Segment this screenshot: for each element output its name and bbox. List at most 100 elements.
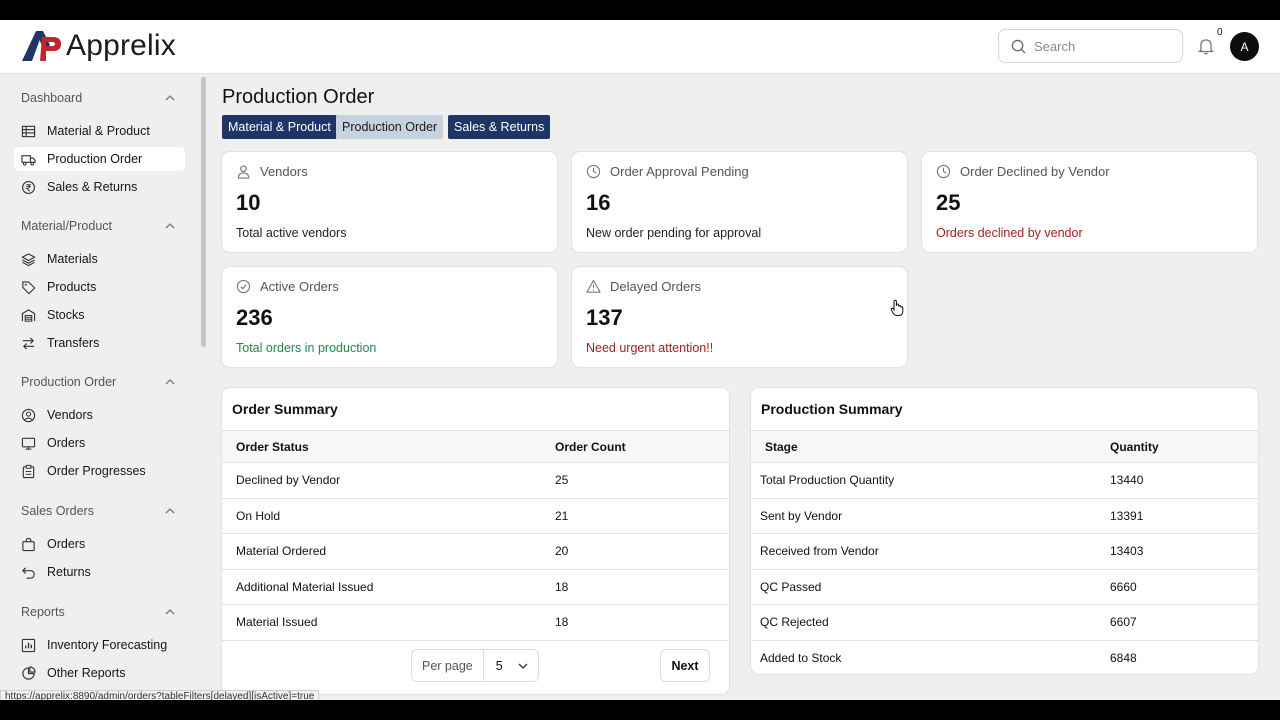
table-cell: 13440 [1110, 462, 1258, 499]
stat-label: Active Orders [260, 279, 339, 294]
stat-card-order-approval-pending[interactable]: Order Approval Pending 16 New order pend… [571, 151, 908, 253]
table-row[interactable]: Sent by Vendor 13391 [751, 498, 1258, 534]
sidebar-section-reports: Reports [0, 597, 200, 627]
app-window: Apprelix 0 A Dashboard Material & Produc… [0, 20, 1280, 700]
sidebar-item-sales-returns[interactable]: Sales & Returns [14, 175, 185, 199]
stat-description: New order pending for approval [586, 226, 762, 240]
search-input[interactable] [1034, 38, 1164, 54]
table-row[interactable]: Added to Stock 6848 [751, 640, 1258, 674]
stat-card-active-orders[interactable]: Active Orders 236 Total orders in produc… [221, 266, 558, 368]
tab-production-order[interactable]: Production Order [336, 115, 444, 139]
table-cell: Declined by Vendor [222, 462, 555, 499]
stat-card-delayed-orders[interactable]: Delayed Orders 137 Need urgent attention… [571, 266, 908, 368]
section-title: Sales Orders [21, 504, 94, 518]
stat-value: 10 [236, 190, 261, 215]
column-header[interactable]: Stage [751, 430, 1110, 463]
table-cell: Material Issued [222, 604, 555, 641]
stat-card-header: Order Declined by Vendor [936, 164, 1110, 179]
sidebar-item-inventory-forecasting[interactable]: Inventory Forecasting [14, 633, 185, 657]
sidebar-item-transfers[interactable]: Transfers [14, 331, 185, 355]
monitor-icon [21, 437, 36, 450]
sidebar-item-products[interactable]: Products [14, 275, 185, 299]
table-cell: 18 [555, 604, 729, 641]
stat-value: 25 [936, 190, 961, 215]
sidebar-item-other-reports[interactable]: Other Reports [14, 661, 185, 685]
table-cell: Total Production Quantity [751, 462, 1110, 499]
table-cell: 13403 [1110, 533, 1258, 570]
column-header[interactable]: Order Status [222, 430, 555, 463]
clock-icon [936, 164, 951, 179]
table-row[interactable]: QC Passed 6660 [751, 569, 1258, 605]
panel-title: Order Summary [232, 401, 338, 417]
table-cell: 25 [555, 462, 729, 499]
column-header[interactable]: Quantity [1110, 430, 1258, 463]
stat-card-order-declined-by-vendor[interactable]: Order Declined by Vendor 25 Orders decli… [921, 151, 1258, 253]
sidebar-item-returns[interactable]: Returns [14, 560, 185, 584]
table-header-row: Stage Quantity [751, 430, 1258, 463]
table-row[interactable]: Total Production Quantity 13440 [751, 462, 1258, 499]
notification-bell-icon[interactable] [1197, 37, 1215, 55]
sidebar-item-material-product[interactable]: Material & Product [14, 119, 185, 143]
stat-value: 16 [586, 190, 611, 215]
order-summary-table: Order Status Order Count Declined by Ven… [222, 430, 729, 641]
sidebar-item-vendors[interactable]: Vendors [14, 403, 185, 427]
search-icon [1011, 39, 1026, 54]
chevron-up-icon[interactable] [165, 506, 175, 516]
tab-sales-returns[interactable]: Sales & Returns [448, 115, 551, 139]
return-arrow-icon [22, 566, 35, 579]
section-title: Reports [21, 605, 65, 619]
table-cell: 6660 [1110, 569, 1258, 605]
arrows-swap-icon [22, 336, 35, 350]
chevron-up-icon[interactable] [165, 607, 175, 617]
sidebar-section-header[interactable]: Reports [0, 597, 200, 627]
clipboard-icon [22, 464, 35, 478]
table-row[interactable]: Declined by Vendor 25 [222, 462, 729, 499]
chevron-up-icon[interactable] [165, 93, 175, 103]
table-row[interactable]: Received from Vendor 13403 [751, 533, 1258, 570]
sidebar-item-sales-orders[interactable]: Orders [14, 532, 185, 556]
stat-label: Vendors [260, 164, 308, 179]
sidebar-item-materials[interactable]: Materials [14, 247, 185, 271]
warning-icon [586, 279, 601, 293]
sidebar-item-label: Products [47, 280, 97, 294]
table-row[interactable]: Material Ordered 20 [222, 533, 729, 570]
stat-card-vendors[interactable]: Vendors 10 Total active vendors [221, 151, 558, 253]
stat-card-header: Delayed Orders [586, 279, 701, 294]
column-header[interactable]: Order Count [555, 430, 729, 463]
tab-material-product[interactable]: Material & Product [222, 115, 337, 139]
table-row[interactable]: Additional Material Issued 18 [222, 569, 729, 605]
sidebar-section-header[interactable]: Production Order [0, 367, 200, 397]
user-avatar[interactable]: A [1230, 32, 1259, 61]
sidebar-section-header[interactable]: Material/Product [0, 211, 200, 241]
sidebar-item-label: Other Reports [47, 666, 126, 680]
table-cell: 20 [555, 533, 729, 570]
chevron-up-icon[interactable] [165, 377, 175, 387]
search-box[interactable] [998, 29, 1183, 63]
sidebar-section-header[interactable]: Sales Orders [0, 496, 200, 526]
table-cell: 6848 [1110, 640, 1258, 674]
table-row[interactable]: On Hold 21 [222, 498, 729, 534]
truck-icon [21, 154, 36, 166]
table-cell: 21 [555, 498, 729, 534]
sidebar-scrollbar[interactable] [201, 77, 206, 347]
production-summary-panel: Production Summary Stage Quantity Total … [750, 387, 1259, 675]
sidebar-item-order-progresses[interactable]: Order Progresses [14, 459, 185, 483]
table-row[interactable]: QC Rejected 6607 [751, 604, 1258, 641]
per-page-dropdown[interactable]: 5 [484, 659, 538, 673]
stat-description: Total orders in production [236, 341, 377, 355]
next-page-button[interactable]: Next [660, 649, 710, 682]
order-summary-panel: Order Summary Order Status Order Count D… [221, 387, 730, 695]
stat-label: Order Declined by Vendor [960, 164, 1110, 179]
sidebar-section-header[interactable]: Dashboard [0, 83, 200, 113]
chevron-up-icon[interactable] [165, 221, 175, 231]
table-cell: On Hold [222, 498, 555, 534]
table-cell: 18 [555, 569, 729, 605]
brand-logo[interactable]: Apprelix [20, 29, 176, 63]
sidebar-item-orders[interactable]: Orders [14, 431, 185, 455]
table-row[interactable]: Material Issued 18 [222, 604, 729, 641]
per-page-select[interactable]: Per page 5 [411, 649, 539, 682]
link-status-bar: https://apprelix:8890/admin/orders?table… [0, 690, 320, 700]
sidebar-item-label: Vendors [47, 408, 93, 422]
sidebar-item-production-order[interactable]: Production Order [14, 147, 185, 171]
sidebar-item-stocks[interactable]: Stocks [14, 303, 185, 327]
